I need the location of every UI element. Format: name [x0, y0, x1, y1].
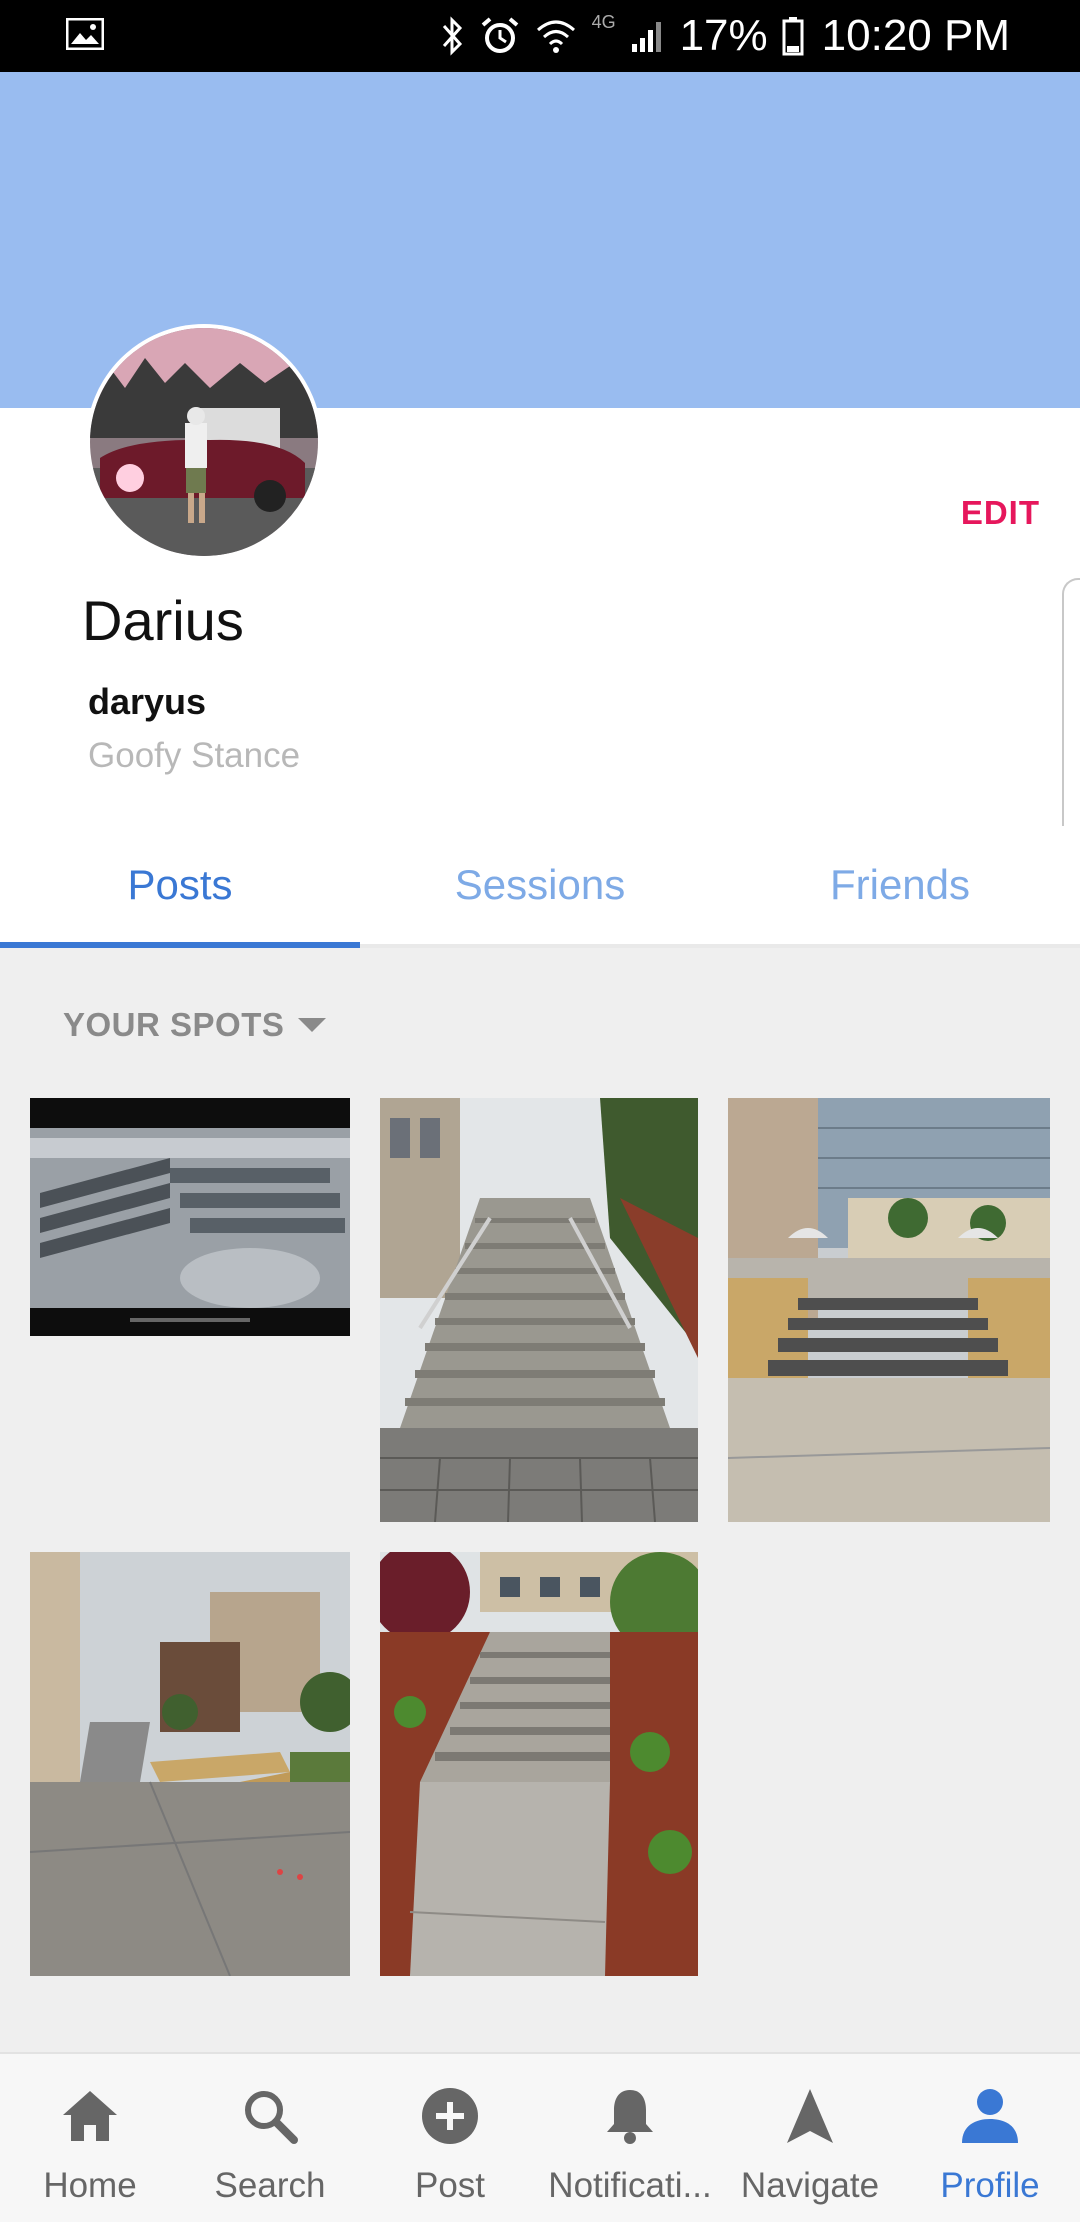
- nav-search[interactable]: Search: [180, 2054, 360, 2222]
- nav-navigate[interactable]: Navigate: [720, 2054, 900, 2222]
- your-spots-dropdown[interactable]: YOUR SPOTS: [63, 1006, 327, 1044]
- spot-photo-walkway-ledge[interactable]: [30, 1552, 350, 1976]
- nav-post-label: Post: [414, 2166, 486, 2205]
- navigation-arrow-icon: [787, 2089, 833, 2143]
- nav-post[interactable]: Post: [360, 2054, 540, 2222]
- add-circle-icon: [422, 2088, 478, 2144]
- network-type: 4G: [591, 12, 616, 32]
- bluetooth-icon: [442, 16, 462, 56]
- tab-posts[interactable]: Posts: [0, 826, 360, 948]
- spots-grid-area: YOUR SPOTS: [0, 948, 1080, 2052]
- search-icon: [245, 2091, 298, 2144]
- spot-photo-garden-stairs[interactable]: [380, 1552, 698, 1976]
- avatar-photo: [90, 328, 318, 556]
- nav-home-label: Home: [43, 2166, 137, 2205]
- battery-percent: 17%: [679, 11, 768, 60]
- signal-icon: [631, 22, 661, 52]
- person-icon: [962, 2089, 1018, 2143]
- clock: 10:20 PM: [821, 11, 1010, 60]
- nav-profile-label: Profile: [940, 2166, 1040, 2205]
- nav-navigate-label: Navigate: [740, 2166, 880, 2205]
- spot-photo-brick-stairs-campus[interactable]: [728, 1098, 1050, 1522]
- alarm-icon: [481, 17, 518, 53]
- nav-notifications[interactable]: Notificati...: [540, 2054, 720, 2222]
- nav-notifications-label: Notificati...: [548, 2166, 712, 2205]
- home-icon: [63, 2091, 117, 2141]
- tab-friends[interactable]: Friends: [720, 826, 1080, 944]
- bell-icon: [607, 2090, 653, 2144]
- edit-profile-button[interactable]: EDIT: [961, 494, 1040, 532]
- spot-photo-skatepark-steps[interactable]: [30, 1098, 350, 1336]
- display-name: Darius: [82, 589, 244, 652]
- nav-search-label: Search: [214, 2166, 326, 2205]
- battery-icon: [782, 17, 804, 56]
- caret-down-icon: [298, 1018, 327, 1032]
- spot-photo-long-stairs-handrails[interactable]: [380, 1098, 698, 1522]
- gallery-icon: [66, 18, 104, 50]
- profile-tabs: Posts Sessions Friends: [0, 826, 1080, 948]
- bottom-navigation: Home Search Post Notificati... Navigate …: [0, 2052, 1080, 2222]
- username: daryus: [88, 681, 207, 722]
- nav-profile[interactable]: Profile: [900, 2054, 1080, 2222]
- stance-label: Goofy Stance: [88, 736, 301, 775]
- nav-home[interactable]: Home: [0, 2054, 180, 2222]
- your-spots-label: YOUR SPOTS: [63, 1006, 285, 1043]
- avatar[interactable]: [86, 324, 322, 560]
- status-bar: 4G 17% 10:20 PM: [0, 0, 1080, 72]
- wifi-icon: [536, 20, 575, 53]
- tab-sessions[interactable]: Sessions: [360, 826, 720, 944]
